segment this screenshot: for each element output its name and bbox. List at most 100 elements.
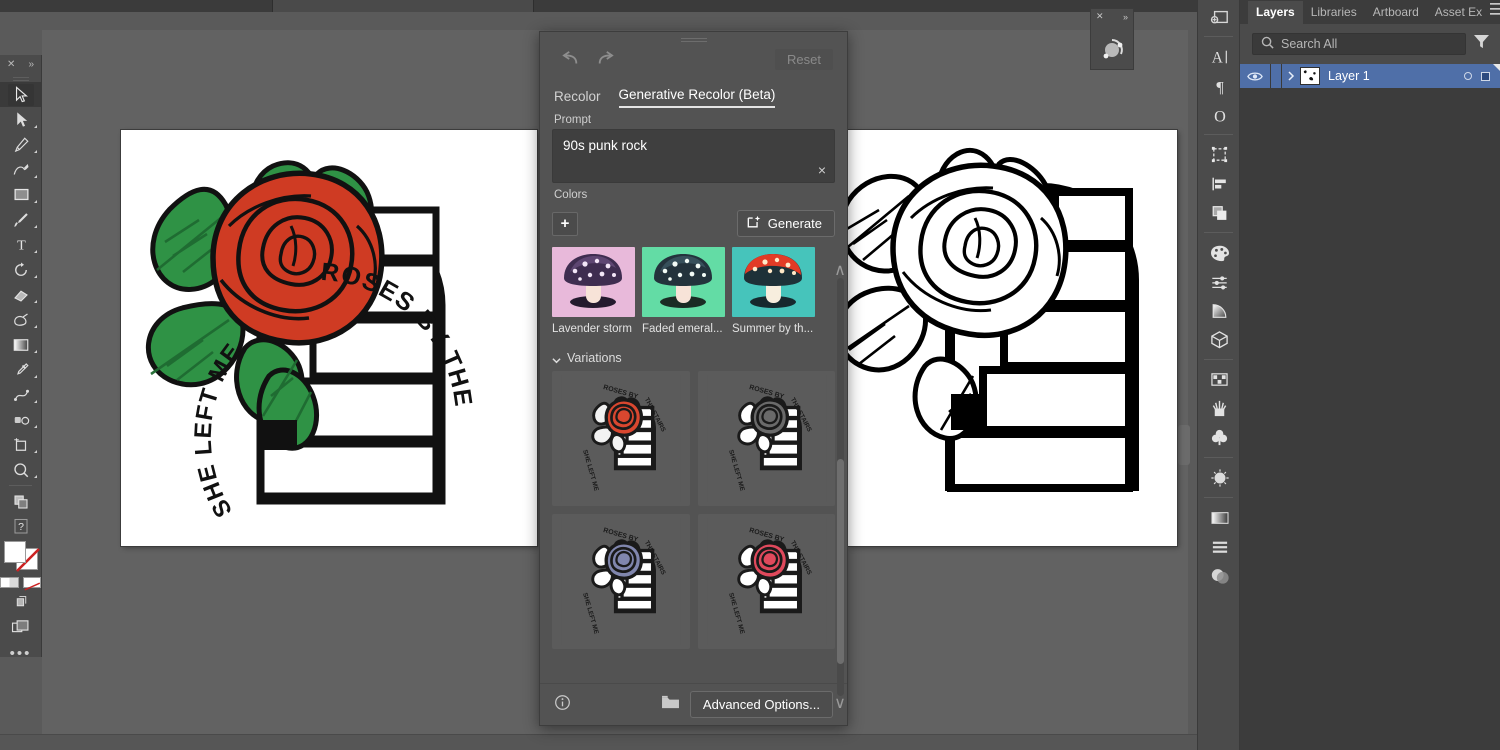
stroke-dial-icon[interactable] [1198, 463, 1241, 492]
float-widget-close-icon[interactable]: ✕ [1096, 11, 1104, 22]
scrollbar-thumb[interactable] [837, 459, 844, 664]
float-widget-expand-icon[interactable]: » [1123, 12, 1128, 22]
document-tab-active[interactable] [272, 0, 534, 12]
tool-eyedropper[interactable] [0, 357, 42, 382]
artboard-outline[interactable] [847, 130, 1177, 546]
tool-rotate[interactable] [0, 257, 42, 282]
color-guide-icon[interactable] [1198, 267, 1241, 296]
transform-icon[interactable] [1198, 140, 1241, 169]
fill-swatch[interactable] [4, 541, 26, 563]
tab-generative-recolor[interactable]: Generative Recolor (Beta) [619, 87, 776, 108]
layer-selection-indicator[interactable] [1481, 72, 1490, 81]
gradient-bar-icon[interactable] [1198, 503, 1241, 532]
artboard-colored[interactable]: ROSES BY THE STAIRS SHE LEFT ME [121, 130, 537, 546]
tab-asset-export[interactable]: Asset Ex [1427, 1, 1490, 24]
tab-artboard[interactable]: Artboard [1365, 1, 1427, 24]
variation-thumbnail[interactable]: ROSES BYTHE STAIRSSHE LEFT ME [552, 514, 690, 649]
variation-thumbnail[interactable]: ROSES BYTHE STAIRSSHE LEFT ME [552, 371, 690, 506]
variation-thumbnail[interactable]: ROSES BYTHE STAIRSSHE LEFT ME [698, 371, 836, 506]
tool-pen[interactable] [0, 132, 42, 157]
tool-selection[interactable] [0, 82, 42, 107]
undo-arrow-icon[interactable] [554, 47, 588, 71]
add-color-button[interactable]: + [552, 212, 578, 236]
tool-edit-toolbar[interactable]: ? [0, 514, 42, 539]
tool-direct-selection[interactable] [0, 107, 42, 132]
swatch-card[interactable]: Faded emeral... [642, 247, 725, 335]
tool-artboard[interactable] [0, 432, 42, 457]
prompt-input[interactable]: 90s punk rock × [552, 129, 835, 183]
tools-panel-expand-icon[interactable]: » [28, 59, 34, 70]
tab-layers[interactable]: Layers [1248, 1, 1303, 24]
variation-thumbnail[interactable]: ROSES BYTHE STAIRSSHE LEFT ME [698, 514, 836, 649]
tool-eraser[interactable] [0, 282, 42, 307]
mushroom-thumbnail[interactable] [642, 247, 725, 317]
floating-3d-widget[interactable]: ✕ » [1090, 8, 1134, 70]
mushroom-thumbnail[interactable] [732, 247, 815, 317]
hamburger-menu-icon[interactable] [1490, 3, 1500, 21]
tool-zoom[interactable] [0, 457, 42, 482]
none-swatch-button[interactable] [23, 577, 42, 588]
pathfinder-icon[interactable] [1198, 198, 1241, 227]
layers-panel[interactable]: Layers Libraries Artboard Asset Ex Searc… [1240, 0, 1500, 750]
panel-scrollbar[interactable]: ∧ ∨ [835, 264, 845, 709]
generative-recolor-panel[interactable]: Reset Recolor Generative Recolor (Beta) … [539, 31, 848, 726]
swatch-card[interactable]: Lavender storm [552, 247, 635, 335]
glyphs-icon[interactable]: O [1198, 100, 1241, 129]
brushes-icon[interactable] [1198, 394, 1241, 423]
tool-curvature[interactable] [0, 157, 42, 182]
tool-gradient[interactable] [0, 332, 42, 357]
tool-paintbrush[interactable] [0, 207, 42, 232]
scroll-down-arrow-icon[interactable]: ∨ [835, 697, 845, 709]
align-icon[interactable] [1198, 169, 1241, 198]
reset-button[interactable]: Reset [775, 49, 833, 70]
info-circle-icon[interactable] [554, 694, 571, 716]
fill-and-stroke-swatch[interactable] [4, 541, 38, 573]
layers-list-body[interactable] [1240, 112, 1500, 750]
symbols-clover-icon[interactable] [1198, 423, 1241, 452]
swatch-card[interactable]: Summer by th... [732, 247, 815, 335]
tools-panel-close-icon[interactable]: ✕ [7, 59, 15, 70]
variations-header[interactable]: Variations [540, 335, 847, 371]
appearance-lines-icon[interactable] [1198, 532, 1241, 561]
panel-drag-grip[interactable] [540, 32, 847, 44]
tool-type[interactable]: T [0, 232, 42, 257]
tool-blend[interactable] [0, 382, 42, 407]
color-swatch-button[interactable] [0, 577, 19, 588]
tab-libraries[interactable]: Libraries [1303, 1, 1365, 24]
properties-icon[interactable] [1198, 2, 1241, 31]
layer-target-icon[interactable] [1464, 72, 1472, 80]
tool-symbol-sprayer[interactable] [0, 407, 42, 432]
redo-arrow-icon[interactable] [588, 47, 622, 71]
generate-button[interactable]: Generate [737, 210, 835, 237]
advanced-options-button[interactable]: Advanced Options... [690, 691, 833, 718]
layers-panel-tabs[interactable]: Layers Libraries Artboard Asset Ex [1240, 0, 1500, 24]
tool-shape-builder[interactable] [0, 307, 42, 332]
tools-panel[interactable]: ✕ » T [0, 55, 42, 657]
transparency-icon[interactable] [1198, 561, 1241, 590]
paragraph-icon[interactable]: ¶ [1198, 71, 1241, 100]
folder-icon[interactable] [661, 694, 680, 715]
swatches-grid-icon[interactable] [1198, 365, 1241, 394]
toolbar-more-button[interactable]: ••• [0, 640, 41, 662]
color-palette-icon[interactable] [1198, 238, 1241, 267]
color-theme-swatch-list[interactable]: Lavender storm Faded emeral... Summer by… [540, 237, 847, 335]
filter-funnel-icon[interactable] [1473, 34, 1490, 54]
tools-panel-grip[interactable] [0, 73, 41, 82]
canvas-vertical-scrollbar[interactable] [1178, 425, 1190, 465]
variations-grid[interactable]: ROSES BYTHE STAIRSSHE LEFT ME ROSES BYTH… [552, 371, 835, 683]
tool-arrange-objects[interactable] [0, 489, 42, 514]
scroll-up-arrow-icon[interactable]: ∧ [835, 264, 845, 276]
mushroom-thumbnail[interactable] [552, 247, 635, 317]
layer-row[interactable]: Layer 1 [1240, 64, 1500, 88]
tool-screen-mode[interactable] [0, 588, 42, 614]
3d-cube-icon[interactable] [1198, 325, 1241, 354]
tab-recolor[interactable]: Recolor [554, 89, 601, 108]
eye-icon[interactable] [1240, 71, 1270, 82]
clear-prompt-icon[interactable]: × [818, 163, 826, 177]
panel-icon-rail[interactable]: A ¶ O [1197, 0, 1240, 750]
tool-change-screen-mode[interactable] [0, 614, 42, 640]
tool-rectangle[interactable] [0, 182, 42, 207]
character-icon[interactable]: A [1198, 42, 1241, 71]
chevron-right-icon[interactable] [1282, 71, 1300, 81]
gradient-swatch-icon[interactable] [1198, 296, 1241, 325]
